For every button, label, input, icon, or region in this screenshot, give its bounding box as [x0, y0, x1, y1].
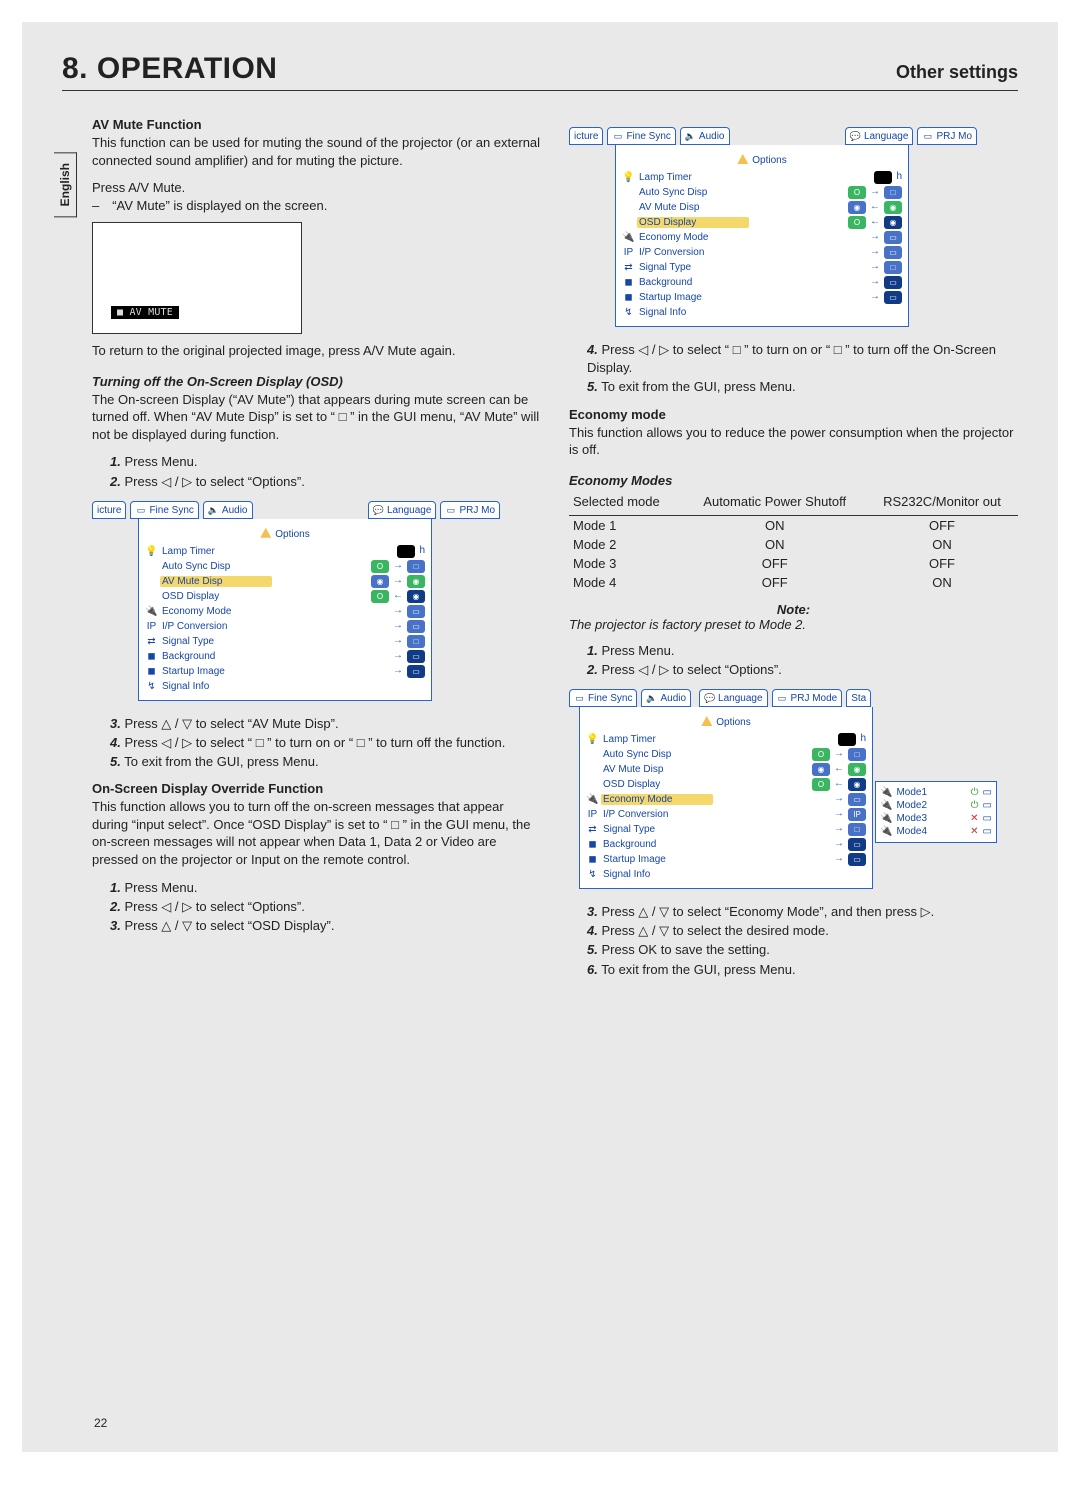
left-column: AV Mute Function This function can be us…	[92, 117, 541, 989]
economy-icon: 🔌	[622, 231, 635, 244]
right-column: icture ▭Fine Sync 🔈Audio 💬Language ▭PRJ …	[569, 117, 1018, 989]
startup-icon: ◼	[586, 853, 599, 866]
plug-icon: 🔌	[880, 787, 892, 798]
osd-off-heading: Turning off the On-Screen Display (OSD)	[92, 374, 541, 389]
language-icon: 💬	[850, 131, 861, 142]
osd-off-steps2: 3. Press △ / ▽ to select “AV Mute Disp”.…	[92, 715, 541, 772]
economy-icon: 🔌	[586, 793, 599, 806]
signal-info-icon: ↯	[586, 868, 599, 881]
signal-info-icon: ↯	[622, 306, 635, 319]
fine-sync-icon: ▭	[574, 693, 585, 704]
section-title: Other settings	[896, 62, 1018, 83]
osd-off-desc: The On-screen Display (“AV Mute”) that a…	[92, 391, 541, 444]
lamp-icon: 💡	[145, 545, 158, 558]
note-label: Note:	[569, 602, 1018, 617]
override-heading: On-Screen Display Override Function	[92, 781, 541, 796]
avmute-figure: ■ AV MUTE	[92, 222, 302, 334]
fine-sync-icon: ▭	[135, 505, 146, 516]
lamp-icon: 💡	[586, 733, 599, 746]
signal-type-icon: ⇄	[145, 635, 158, 648]
plug-icon: 🔌	[880, 826, 892, 837]
background-icon: ◼	[622, 276, 635, 289]
plug-icon: 🔌	[880, 800, 892, 811]
ip-icon: IP	[145, 620, 158, 633]
gui-screenshot-economy: ▭Fine Sync 🔈Audio 💬Language ▭PRJ Mode St…	[569, 689, 869, 889]
gui-screenshot-avmute: icture ▭Fine Sync 🔈Audio 💬Language ▭PRJ …	[92, 501, 500, 701]
audio-icon: 🔈	[646, 693, 657, 704]
economy-icon: 🔌	[145, 605, 158, 618]
gui-screenshot-osd: icture ▭Fine Sync 🔈Audio 💬Language ▭PRJ …	[569, 127, 977, 327]
avmute-bullet: – “AV Mute” is displayed on the screen.	[92, 197, 541, 215]
economy-steps2: 3. Press △ / ▽ to select “Economy Mode”,…	[569, 903, 1018, 979]
mode-popout: 🔌Mode1⏻▭ 🔌Mode2⏻▭ 🔌Mode3✕▭ 🔌Mode4✕▭	[875, 781, 997, 843]
prj-icon: ▭	[445, 505, 456, 516]
avmute-press: Press A/V Mute.	[92, 179, 541, 197]
prj-icon: ▭	[777, 693, 788, 704]
background-icon: ◼	[145, 650, 158, 663]
signal-type-icon: ⇄	[586, 823, 599, 836]
page-number: 22	[94, 1416, 107, 1430]
background-icon: ◼	[586, 838, 599, 851]
startup-icon: ◼	[622, 291, 635, 304]
economy-modes-table: Selected mode Automatic Power Shutoff RS…	[569, 492, 1018, 592]
language-icon: 💬	[704, 693, 715, 704]
audio-icon: 🔈	[208, 505, 219, 516]
plug-icon: 🔌	[880, 813, 892, 824]
lamp-icon: 💡	[622, 171, 635, 184]
economy-table-heading: Economy Modes	[569, 473, 1018, 488]
page-header: 8. OPERATION Other settings	[62, 52, 1018, 91]
ip-icon: IP	[586, 808, 599, 821]
osd-override-steps: 4. Press ◁ / ▷ to select “ □ ” to turn o…	[569, 341, 1018, 397]
ip-icon: IP	[622, 246, 635, 259]
language-icon: 💬	[373, 505, 384, 516]
signal-type-icon: ⇄	[622, 261, 635, 274]
prj-icon: ▭	[922, 131, 933, 142]
audio-icon: 🔈	[685, 131, 696, 142]
startup-icon: ◼	[145, 665, 158, 678]
avmute-heading: AV Mute Function	[92, 117, 541, 132]
fine-sync-icon: ▭	[612, 131, 623, 142]
signal-info-icon: ↯	[145, 680, 158, 693]
options-title: Options	[145, 525, 425, 544]
override-steps: 1. Press Menu. 2. Press ◁ / ▷ to select …	[92, 879, 541, 936]
osd-off-steps: 1. Press Menu. 2. Press ◁ / ▷ to select …	[92, 453, 541, 490]
override-desc: This function allows you to turn off the…	[92, 798, 541, 868]
avmute-badge: ■ AV MUTE	[111, 306, 179, 319]
avmute-desc: This function can be used for muting the…	[92, 134, 541, 169]
note-body: The projector is factory preset to Mode …	[569, 617, 1018, 632]
economy-heading: Economy mode	[569, 407, 1018, 422]
avmute-return: To return to the original projected imag…	[92, 342, 541, 360]
economy-desc: This function allows you to reduce the p…	[569, 424, 1018, 459]
language-tab: English	[54, 152, 77, 217]
economy-steps1: 1. Press Menu. 2. Press ◁ / ▷ to select …	[569, 642, 1018, 679]
chapter-title: 8. OPERATION	[62, 52, 277, 86]
